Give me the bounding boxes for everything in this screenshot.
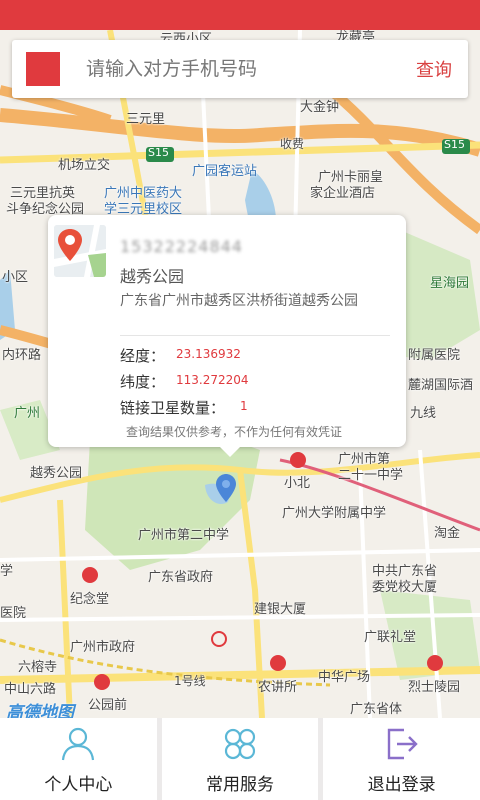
map-label: 附属医院	[408, 348, 461, 363]
map-label: 三元里	[126, 112, 166, 127]
map-label: 广东省政府	[148, 570, 214, 585]
map-label: 家企业酒店	[310, 186, 376, 201]
map-label: 二十一中学	[338, 468, 404, 483]
nav-personal-center[interactable]: 个人中心	[0, 718, 157, 800]
result-place-name: 越秀公园	[120, 267, 185, 286]
map-label: 学	[0, 564, 14, 579]
longitude-label: 纬度：	[120, 373, 166, 391]
location-info-card: 15322224844 越秀公园 广东省广州市越秀区洪桥街道越秀公园 经度： 2…	[48, 215, 406, 457]
map-label: 内环路	[2, 348, 42, 363]
phone-search-input[interactable]	[86, 52, 386, 86]
road-shield: S15	[148, 146, 169, 159]
location-pin-icon[interactable]	[216, 474, 236, 502]
road-shield: S15	[444, 138, 465, 151]
disclaimer-text: 查询结果仅供参考，不作为任何有效凭证	[126, 425, 343, 439]
longitude-value: 113.272204	[176, 373, 249, 387]
map-label: 广州	[14, 406, 41, 421]
nav-logout[interactable]: 退出登录	[323, 718, 480, 800]
map-label: 大金钟	[300, 100, 340, 115]
clover-icon	[224, 728, 256, 760]
map-label: 麓湖国际酒	[408, 378, 474, 393]
map-label: 广州市第二中学	[138, 528, 230, 543]
latitude-value: 23.136932	[176, 347, 241, 361]
map-label: 1号线	[174, 674, 206, 688]
map-thumbnail-icon	[54, 225, 106, 277]
map-label: 建银大厦	[254, 602, 307, 617]
result-phone: 15322224844	[120, 237, 243, 256]
nav-common-services[interactable]: 常用服务	[161, 718, 319, 800]
nav-label: 退出登录	[367, 775, 436, 795]
divider	[120, 335, 390, 336]
map-label: 星海园	[430, 276, 470, 291]
map-label: 农讲所	[258, 680, 298, 695]
map-label: 九线	[410, 406, 437, 421]
map-label: 小北	[284, 476, 311, 491]
map-label: 广东省体	[350, 702, 403, 717]
map-label: 中华广场	[318, 670, 371, 685]
nav-label: 个人中心	[44, 775, 113, 795]
query-button[interactable]: 查询	[416, 56, 452, 82]
satellites-label: 链接卫星数量：	[120, 399, 226, 417]
satellites-value: 1	[240, 399, 248, 413]
map-label: 医院	[0, 606, 27, 621]
search-bar: 查询	[12, 40, 468, 98]
map-label: 委党校大厦	[372, 580, 438, 595]
map-label: 收费	[280, 137, 305, 151]
result-address: 广东省广州市越秀区洪桥街道越秀公园	[120, 293, 358, 309]
map-label: 六榕寺	[18, 660, 58, 675]
map-label: 烈士陵园	[408, 680, 461, 695]
logout-icon	[387, 728, 418, 760]
status-bar	[0, 0, 480, 30]
map-label: 广园客运站	[192, 164, 258, 179]
user-icon	[62, 727, 95, 761]
brand-square-icon	[26, 52, 60, 86]
map-label: 广州市政府	[70, 640, 136, 655]
nav-label: 常用服务	[206, 775, 274, 795]
map-label: 广联礼堂	[364, 630, 417, 645]
map-label: 公园前	[88, 698, 128, 713]
map-label: 广州大学附属中学	[282, 506, 387, 521]
map-label: 中山六路	[4, 682, 57, 697]
map-label: 机场立交	[58, 158, 111, 173]
latitude-label: 经度：	[120, 347, 166, 365]
map-label: 纪念堂	[70, 592, 110, 607]
bottom-nav: 个人中心 常用服务 退出登录	[0, 718, 480, 800]
map-label: 淘金	[434, 526, 461, 541]
map-label: 小区	[2, 270, 29, 285]
map-label: 越秀公园	[30, 466, 83, 481]
